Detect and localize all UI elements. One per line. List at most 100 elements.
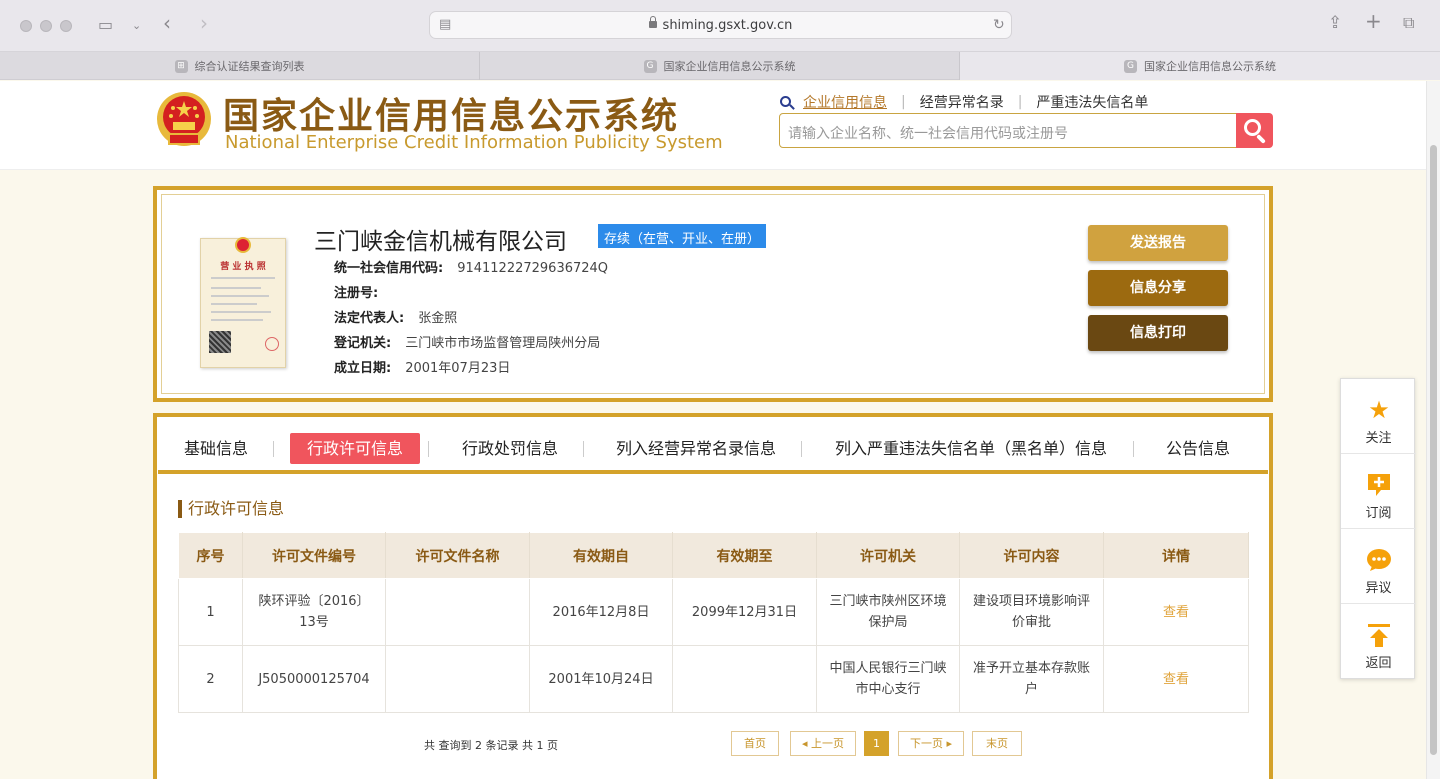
emblem-icon bbox=[235, 237, 251, 253]
table-row: 2 J5050000125704 2001年10月24日 中国人民银行三门峡市中… bbox=[178, 645, 1249, 713]
pager-summary: 共 查询到 2 条记录 共 1 页 bbox=[424, 739, 558, 752]
address-bar[interactable]: ▤ shiming.gsxt.gov.cn ↻ bbox=[429, 11, 1012, 39]
column-header: 详情 bbox=[1103, 532, 1249, 579]
search-input[interactable]: 请输入企业名称、统一社会信用代码或注册号 bbox=[779, 113, 1237, 148]
tab-abnormal-list[interactable]: 列入经营异常名录信息 bbox=[616, 433, 776, 464]
tab-admin-penalty[interactable]: 行政处罚信息 bbox=[462, 433, 558, 464]
back-icon[interactable]: ‹ bbox=[163, 13, 171, 33]
tab-basic-info[interactable]: 基础信息 bbox=[184, 433, 248, 464]
star-icon: ★ bbox=[1368, 396, 1390, 424]
tab-overview-icon[interactable]: ⧉ bbox=[1403, 15, 1414, 31]
lock-icon bbox=[648, 16, 657, 28]
forward-icon[interactable]: › bbox=[200, 13, 208, 33]
table-cell: J5050000125704 bbox=[242, 645, 386, 713]
tab-title: 国家企业信用信息公示系统 bbox=[1144, 60, 1276, 73]
scrollbar[interactable] bbox=[1426, 81, 1440, 779]
nav-divider: | bbox=[901, 94, 906, 110]
sidebar-toggle-icon[interactable]: ▭ bbox=[98, 17, 113, 33]
top-nav: 企业信用信息 | 经营异常名录 | 严重违法失信名单 bbox=[780, 92, 1148, 112]
chat-icon bbox=[1366, 547, 1392, 573]
tab-title: 综合认证结果查询列表 bbox=[194, 60, 305, 73]
column-header: 有效期自 bbox=[529, 532, 673, 579]
nav-abnormal-list[interactable]: 经营异常名录 bbox=[920, 92, 1004, 112]
close-window-button[interactable] bbox=[20, 20, 32, 32]
browser-tab[interactable]: G 国家企业信用信息公示系统 bbox=[480, 52, 960, 80]
table-cell bbox=[385, 645, 530, 713]
status-badge: 存续（在营、开业、在册） bbox=[598, 224, 767, 248]
chevron-down-icon[interactable]: ⌄ bbox=[132, 18, 141, 34]
back-to-top-button[interactable]: 返回 bbox=[1341, 604, 1416, 679]
zoom-window-button[interactable] bbox=[60, 20, 72, 32]
url-text: shiming.gsxt.gov.cn bbox=[662, 18, 793, 33]
column-header: 许可机关 bbox=[816, 532, 960, 579]
table-cell: 建设项目环境影响评价审批 bbox=[959, 578, 1104, 646]
send-report-button[interactable]: 发送报告 bbox=[1088, 225, 1228, 261]
sidebar-label: 订阅 bbox=[1365, 506, 1392, 521]
table-cell bbox=[672, 645, 817, 713]
table-cell: 中国人民银行三门峡市中心支行 bbox=[816, 645, 960, 713]
table-cell bbox=[385, 578, 530, 646]
browser-tab[interactable]: ⊞ 综合认证结果查询列表 bbox=[0, 52, 480, 80]
sidebar-label: 关注 bbox=[1365, 431, 1392, 446]
reload-icon[interactable]: ↻ bbox=[993, 17, 1005, 33]
table-cell: 准予开立基本存款账户 bbox=[959, 645, 1104, 713]
info-legal-rep: 法定代表人: 张金照 bbox=[334, 311, 458, 326]
print-info-button[interactable]: 信息打印 bbox=[1088, 315, 1228, 351]
sidebar-label: 返回 bbox=[1365, 656, 1392, 671]
tab-blacklist[interactable]: 列入严重违法失信名单（黑名单）信息 bbox=[835, 433, 1107, 464]
scrollbar-thumb[interactable] bbox=[1430, 145, 1437, 755]
floating-sidebar: ★ 关注 订阅 异议 返回 bbox=[1340, 378, 1416, 679]
qr-code-icon bbox=[209, 331, 231, 353]
share-info-button[interactable]: 信息分享 bbox=[1088, 270, 1228, 306]
table-cell: 三门峡市陕州区环境保护局 bbox=[816, 578, 960, 646]
business-license-thumbnail[interactable]: 营 业 执 照 bbox=[200, 237, 286, 368]
license-table: 序号 许可文件编号 许可文件名称 有效期自 有效期至 许可机关 许可内容 详情 … bbox=[178, 532, 1249, 713]
subscribe-button[interactable]: 订阅 bbox=[1341, 454, 1416, 529]
prev-page-button[interactable]: ◂ 上一页 bbox=[790, 731, 856, 756]
subscribe-icon bbox=[1366, 472, 1392, 498]
tab-favicon: ⊞ bbox=[174, 59, 188, 73]
info-credit-code: 统一社会信用代码: 91411222729636724Q bbox=[334, 261, 609, 276]
nav-divider: | bbox=[1017, 94, 1023, 110]
info-reg-authority: 登记机关: 三门峡市市场监督管理局陕州分局 bbox=[334, 336, 601, 351]
table-cell: 1 bbox=[178, 578, 243, 646]
site-logo-en: National Enterprise Credit Information P… bbox=[225, 132, 723, 153]
minimize-window-button[interactable] bbox=[40, 20, 52, 32]
page-number-button[interactable]: 1 bbox=[864, 731, 889, 756]
table-cell: 2 bbox=[178, 645, 243, 713]
view-details-link[interactable]: 查看 bbox=[1103, 578, 1249, 646]
table-cell: 2099年12月31日 bbox=[672, 578, 817, 646]
column-header: 许可内容 bbox=[959, 532, 1104, 579]
last-page-button[interactable]: 末页 bbox=[972, 731, 1022, 756]
search-button[interactable] bbox=[1236, 113, 1273, 148]
browser-toolbar: ▭ ⌄ ‹ › ▤ shiming.gsxt.gov.cn ↻ ⇪ + ⧉ bbox=[0, 0, 1440, 52]
table-row: 1 陕环评验〔2016〕13号 2016年12月8日 2099年12月31日 三… bbox=[178, 578, 1249, 646]
first-page-button[interactable]: 首页 bbox=[731, 731, 779, 756]
info-reg-no: 注册号: bbox=[334, 286, 379, 301]
info-founded: 成立日期: 2001年07月23日 bbox=[334, 361, 511, 376]
seal-icon bbox=[265, 337, 279, 351]
tab-favicon: G bbox=[1124, 59, 1137, 73]
tab-admin-license[interactable]: 行政许可信息 bbox=[290, 433, 421, 464]
license-title: 营 业 执 照 bbox=[220, 262, 266, 272]
nav-enterprise-credit[interactable]: 企业信用信息 bbox=[803, 92, 887, 112]
column-header: 序号 bbox=[178, 532, 243, 579]
browser-tab-strip: ⊞ 综合认证结果查询列表 G 国家企业信用信息公示系统 G 国家企业信用信息公示系统 bbox=[0, 52, 1440, 80]
table-header-row: 序号 许可文件编号 许可文件名称 有效期自 有效期至 许可机关 许可内容 详情 bbox=[178, 532, 1249, 579]
column-header: 许可文件名称 bbox=[385, 532, 530, 579]
new-tab-icon[interactable]: + bbox=[1365, 11, 1382, 31]
follow-button[interactable]: ★ 关注 bbox=[1341, 379, 1416, 454]
objection-button[interactable]: 异议 bbox=[1341, 529, 1416, 604]
share-icon[interactable]: ⇪ bbox=[1328, 15, 1342, 32]
next-page-button[interactable]: 下一页 ▸ bbox=[898, 731, 964, 756]
section-title: 行政许可信息 bbox=[178, 500, 284, 518]
nav-blacklist[interactable]: 严重违法失信名单 bbox=[1036, 92, 1148, 112]
browser-tab-active[interactable]: G 国家企业信用信息公示系统 bbox=[960, 52, 1440, 80]
tab-announcements[interactable]: 公告信息 bbox=[1166, 433, 1230, 464]
view-details-link[interactable]: 查看 bbox=[1103, 645, 1249, 713]
table-cell: 2001年10月24日 bbox=[529, 645, 673, 713]
company-name: 三门峡金信机械有限公司 bbox=[314, 229, 567, 255]
table-cell: 陕环评验〔2016〕13号 bbox=[242, 578, 386, 646]
table-cell: 2016年12月8日 bbox=[529, 578, 673, 646]
national-emblem-icon bbox=[157, 92, 211, 146]
